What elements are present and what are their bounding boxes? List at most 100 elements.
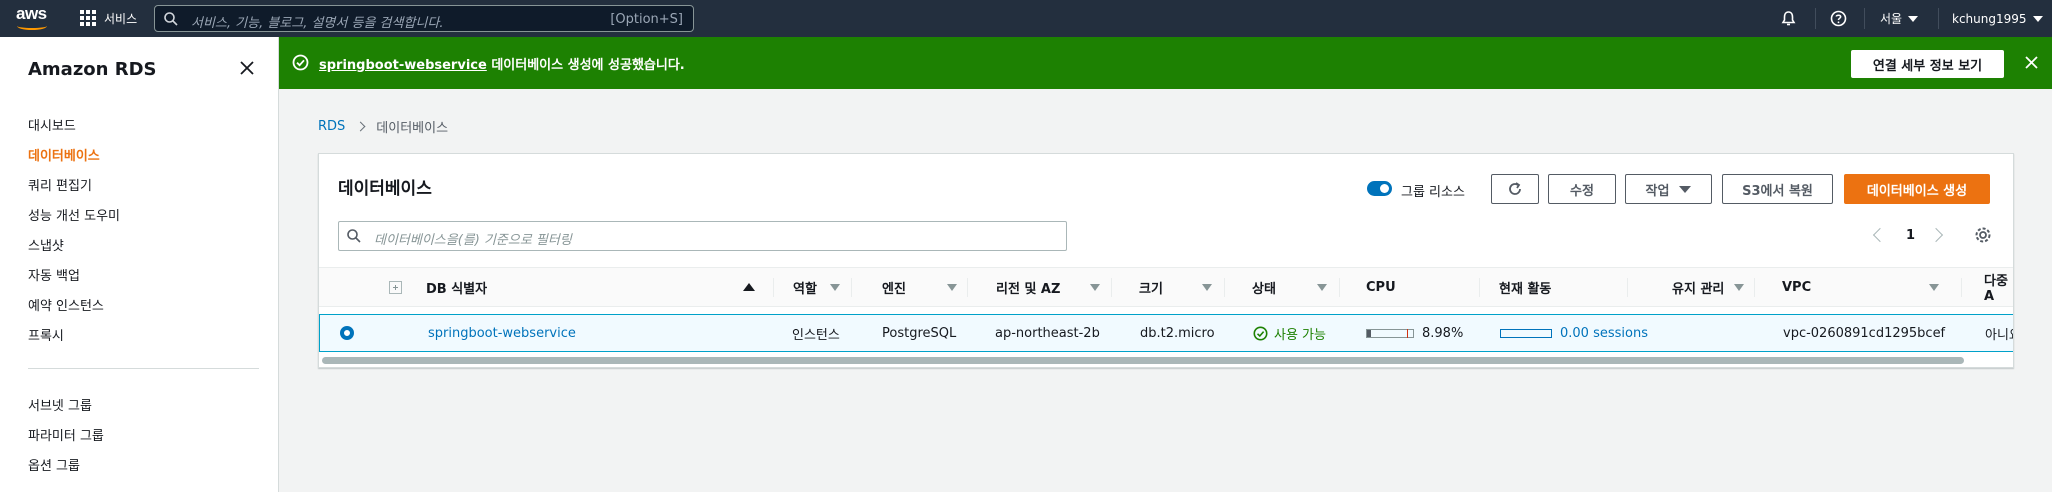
column-header-size[interactable]: 크기	[1139, 268, 1163, 306]
restore-from-s3-button[interactable]: S3에서 복원	[1722, 174, 1833, 204]
filter-input[interactable]: 데이터베이스을(를) 기준으로 필터링	[338, 221, 1067, 251]
sort-icon[interactable]	[1202, 284, 1212, 291]
nav-divider	[1864, 8, 1865, 29]
flash-db-link[interactable]: springboot-webservice	[319, 58, 487, 73]
column-header-current-activity: 현재 활동	[1499, 281, 1552, 297]
gear-icon	[1975, 227, 1991, 243]
page-number[interactable]: 1	[1906, 224, 1915, 246]
sidebar-item-databases[interactable]: 데이터베이스	[28, 145, 100, 164]
column-header-region-az[interactable]: 리전 및 AZ	[996, 268, 1060, 306]
grid-icon	[80, 10, 96, 26]
cell-current-activity[interactable]: 0.00 sessions	[1500, 315, 1648, 351]
column-header-vpc[interactable]: VPC	[1782, 268, 1811, 306]
sidebar-item-proxies[interactable]: 프록시	[28, 325, 64, 344]
sort-icon[interactable]	[1317, 284, 1327, 291]
refresh-button[interactable]	[1491, 174, 1539, 204]
sort-icon[interactable]	[1734, 284, 1744, 291]
cell-role: 인스턴스	[792, 327, 840, 343]
column-header-status[interactable]: 상태	[1252, 268, 1276, 306]
close-icon[interactable]	[2024, 55, 2039, 70]
caret-down-icon	[1908, 15, 1919, 22]
column-header-engine[interactable]: 엔진	[882, 268, 906, 306]
group-resources-label: 그룹 리소스	[1401, 185, 1465, 200]
region-selector[interactable]: 서울	[1880, 0, 1919, 37]
chevron-right-icon	[1928, 227, 1944, 243]
expand-all-icon[interactable]	[389, 281, 402, 294]
help-icon	[1830, 10, 1847, 27]
cpu-value: 8.98%	[1422, 325, 1464, 341]
column-header-db-identifier[interactable]: DB 식별자	[426, 268, 487, 306]
db-identifier-link[interactable]: springboot-webservice	[428, 315, 576, 351]
account-menu[interactable]: kchung1995	[1952, 0, 2043, 37]
services-label: 서비스	[104, 11, 138, 26]
sessions-bar	[1500, 328, 1552, 338]
sidebar-item-option-groups[interactable]: 옵션 그룹	[28, 455, 80, 474]
row-select-radio[interactable]	[340, 326, 354, 340]
services-menu-button[interactable]: 서비스	[80, 7, 137, 29]
breadcrumb-rds-link[interactable]: RDS	[318, 119, 345, 134]
modify-button[interactable]: 수정	[1548, 174, 1616, 204]
sidebar-item-subnet-groups[interactable]: 서브넷 그룹	[28, 395, 92, 414]
column-header-cpu: CPU	[1366, 279, 1396, 295]
cell-multi-az: 아니요	[1985, 327, 2013, 343]
cpu-bar-fill	[1367, 329, 1372, 337]
aws-logo[interactable]: aws	[16, 5, 50, 31]
help-button[interactable]	[1830, 0, 1847, 37]
flash-message: springboot-webservice 데이터베이스 생성에 성공했습니다.	[319, 54, 685, 73]
sort-icon[interactable]	[1090, 284, 1100, 291]
page-number-label: 1	[1906, 227, 1916, 243]
nav-divider	[1815, 8, 1816, 29]
table-settings-button[interactable]	[1974, 224, 1992, 246]
check-circle-icon	[292, 54, 309, 71]
breadcrumb-current: 데이터베이스	[376, 121, 449, 136]
sidebar-item-performance-insights[interactable]: 성능 개선 도우미	[28, 205, 120, 224]
column-header-multi-az[interactable]: 다중 A	[1984, 268, 2013, 306]
sidebar-divider	[28, 368, 259, 369]
success-flash-banner: springboot-webservice 데이터베이스 생성에 성공했습니다.…	[279, 37, 2052, 89]
close-icon[interactable]	[238, 59, 256, 77]
caret-down-icon	[1679, 185, 1692, 193]
notifications-button[interactable]	[1780, 0, 1797, 37]
next-page-button[interactable]	[1928, 224, 1944, 246]
sort-icon[interactable]	[1929, 284, 1939, 291]
column-header-maintenance[interactable]: 유지 관리	[1672, 268, 1724, 306]
actions-label: 작업	[1645, 183, 1670, 199]
top-nav: aws 서비스 서비스, 기능, 블로그, 설명서 등을 검색합니다. [Opt…	[0, 0, 2052, 37]
aws-logo-text: aws	[16, 4, 47, 23]
table-row[interactable]: springboot-webservice 인스턴스 PostgreSQL ap…	[319, 314, 2013, 352]
sidebar-item-automated-backups[interactable]: 자동 백업	[28, 265, 80, 284]
cell-size: db.t2.micro	[1140, 325, 1215, 341]
create-database-button[interactable]: 데이터베이스 생성	[1844, 174, 1990, 204]
column-header-role[interactable]: 역할	[793, 268, 817, 306]
breadcrumb: RDS 데이터베이스	[318, 117, 448, 136]
previous-page-button[interactable]	[1872, 224, 1888, 246]
cell-engine: PostgreSQL	[882, 325, 957, 341]
sort-icon[interactable]	[947, 284, 957, 291]
sidebar-item-snapshots[interactable]: 스냅샷	[28, 235, 64, 254]
sidebar-item-reserved-instances[interactable]: 예약 인스턴스	[28, 295, 104, 314]
sidebar: Amazon RDS 대시보드 데이터베이스 쿼리 편집기 성능 개선 도우미 …	[0, 37, 279, 492]
cell-cpu: 8.98%	[1366, 315, 1463, 351]
sort-ascending-icon[interactable]	[743, 283, 755, 291]
cell-region-az: ap-northeast-2b	[995, 325, 1100, 341]
view-connection-details-button[interactable]: 연결 세부 정보 보기	[1851, 50, 2004, 78]
check-circle-icon	[1253, 326, 1268, 340]
cpu-utilization-bar	[1366, 328, 1414, 338]
global-search-input[interactable]: 서비스, 기능, 블로그, 설명서 등을 검색합니다. [Option+S]	[154, 5, 694, 32]
sessions-link[interactable]: 0.00 sessions	[1560, 326, 1648, 341]
chevron-right-icon	[355, 121, 366, 132]
table-header: DB 식별자 역할 엔진 리전 및 AZ 크기 상태 CPU 현재 활동 유지 …	[319, 267, 2013, 307]
sidebar-item-query-editor[interactable]: 쿼리 편집기	[28, 175, 92, 194]
sort-icon[interactable]	[830, 284, 840, 291]
aws-smile-icon	[17, 22, 47, 30]
sidebar-item-dashboard[interactable]: 대시보드	[28, 115, 76, 134]
cell-status: 사용 가능	[1253, 315, 1326, 351]
databases-panel: 데이터베이스 그룹 리소스 수정 작업 S3에서 복원 데이터베이스 생성 데이…	[318, 153, 2014, 368]
horizontal-scrollbar[interactable]	[322, 357, 1964, 364]
chevron-left-icon	[1872, 227, 1888, 243]
sidebar-item-parameter-groups[interactable]: 파라미터 그룹	[28, 425, 104, 444]
panel-title: 데이터베이스	[338, 179, 432, 199]
group-resources-toggle[interactable]	[1367, 181, 1392, 196]
actions-dropdown-button[interactable]: 작업	[1625, 174, 1712, 204]
cpu-threshold-mark	[1407, 328, 1408, 338]
